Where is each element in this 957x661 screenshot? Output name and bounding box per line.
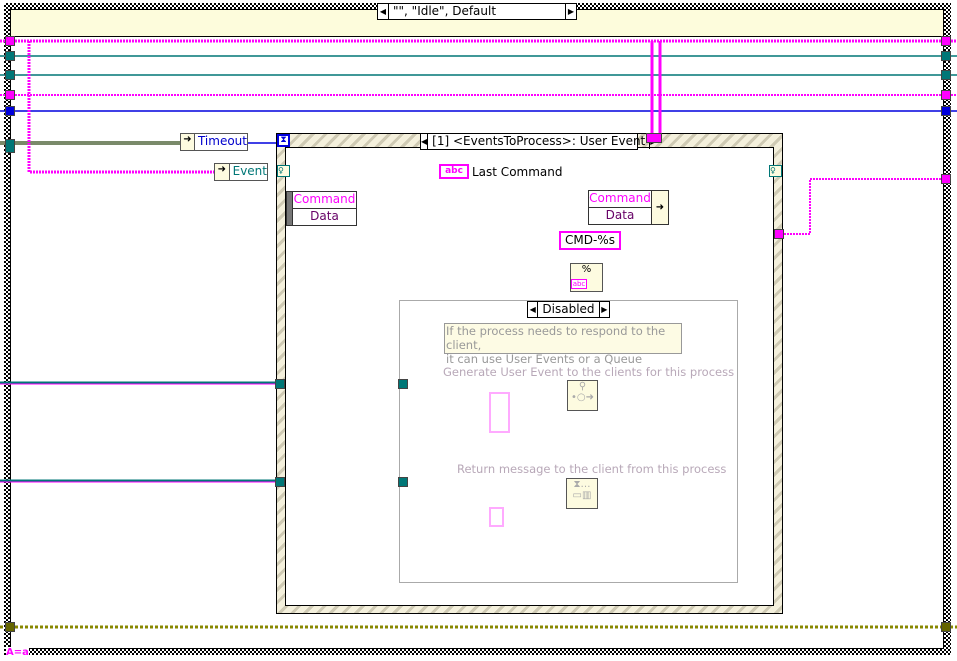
format-string-constant[interactable]: CMD-%s	[559, 231, 621, 250]
unbundle-field-command: Command	[293, 192, 356, 209]
bundle-arrow-icon: ➜	[651, 191, 668, 224]
tunnel	[941, 51, 951, 61]
disable-selector[interactable]: ◀ Disabled ▶	[527, 301, 610, 318]
tunnel	[646, 133, 662, 143]
arrow-icon: ➜	[215, 164, 230, 180]
hourglass-icon: ⧗	[277, 134, 290, 147]
comment-line: If the process needs to respond to the c…	[446, 324, 666, 352]
event-terminal[interactable]: ➜ Event	[214, 163, 268, 181]
disable-selector-label: Disabled	[537, 302, 600, 317]
bundle-field-command: Command	[589, 191, 651, 208]
format-into-string-node[interactable]: % abc	[570, 263, 603, 292]
comment-line: it can use User Events or a Queue	[446, 352, 643, 366]
block-diagram: ◀ "", "Idle", Default ▶ A=a ➜ Timeout ➜ …	[0, 0, 957, 661]
cluster-constant-disabled[interactable]	[489, 392, 510, 433]
case-selector-terminal-label: A=a	[6, 647, 29, 658]
tunnel	[398, 379, 408, 389]
arrow-icon: ➜	[181, 134, 195, 150]
enqueue-element-node[interactable]: ⧗… ▭▥	[566, 478, 598, 509]
tunnel	[5, 70, 15, 80]
tunnel	[941, 36, 951, 46]
comment-box: If the process needs to respond to the c…	[444, 323, 682, 366]
string-constant-disabled[interactable]	[489, 507, 504, 527]
event-data-node-icon: ♀	[277, 165, 290, 177]
tunnel	[5, 90, 15, 100]
tunnel	[398, 477, 408, 487]
tunnel	[774, 229, 784, 239]
timeout-label: Timeout	[197, 134, 247, 148]
bundle-by-name[interactable]: Command Data ➜	[588, 190, 669, 225]
increment-arrow-icon[interactable]: ▶	[600, 305, 609, 314]
last-command-label: Last Command	[472, 165, 563, 179]
timeout-terminal[interactable]: ➜ Timeout	[180, 133, 248, 151]
tunnel	[941, 174, 951, 184]
tunnel	[941, 106, 951, 116]
tunnel	[941, 90, 951, 100]
decrement-arrow-icon[interactable]: ◀	[528, 305, 537, 314]
tunnel	[5, 139, 15, 153]
tunnel	[275, 379, 285, 389]
tunnel	[275, 477, 285, 487]
unbundle-field-data: Data	[310, 209, 339, 223]
last-command-indicator[interactable]: abc	[439, 164, 469, 179]
bundle-field-data: Data	[605, 208, 635, 222]
tunnel	[5, 106, 15, 116]
error-tunnel	[941, 622, 951, 632]
tunnel	[941, 70, 951, 80]
event-wire	[27, 41, 215, 174]
tunnel	[5, 51, 15, 61]
generate-user-event-label: Generate User Event to the clients for t…	[443, 365, 735, 379]
unbundle-by-name[interactable]: Command Data	[286, 191, 357, 226]
return-message-label: Return message to the client from this p…	[457, 462, 727, 476]
tunnel	[5, 36, 15, 46]
event-selector[interactable]: ◀ [1] <EventsToProcess>: User Event ▶	[420, 133, 656, 150]
dynamic-event-terminal-icon: ♀	[769, 165, 782, 177]
generate-user-event-node[interactable]: ⚲ •○➜	[567, 380, 598, 411]
event-selector-label: [1] <EventsToProcess>: User Event	[427, 134, 651, 149]
format-icon: %	[581, 264, 592, 275]
event-label: Event	[232, 164, 267, 178]
error-tunnel	[5, 622, 15, 632]
